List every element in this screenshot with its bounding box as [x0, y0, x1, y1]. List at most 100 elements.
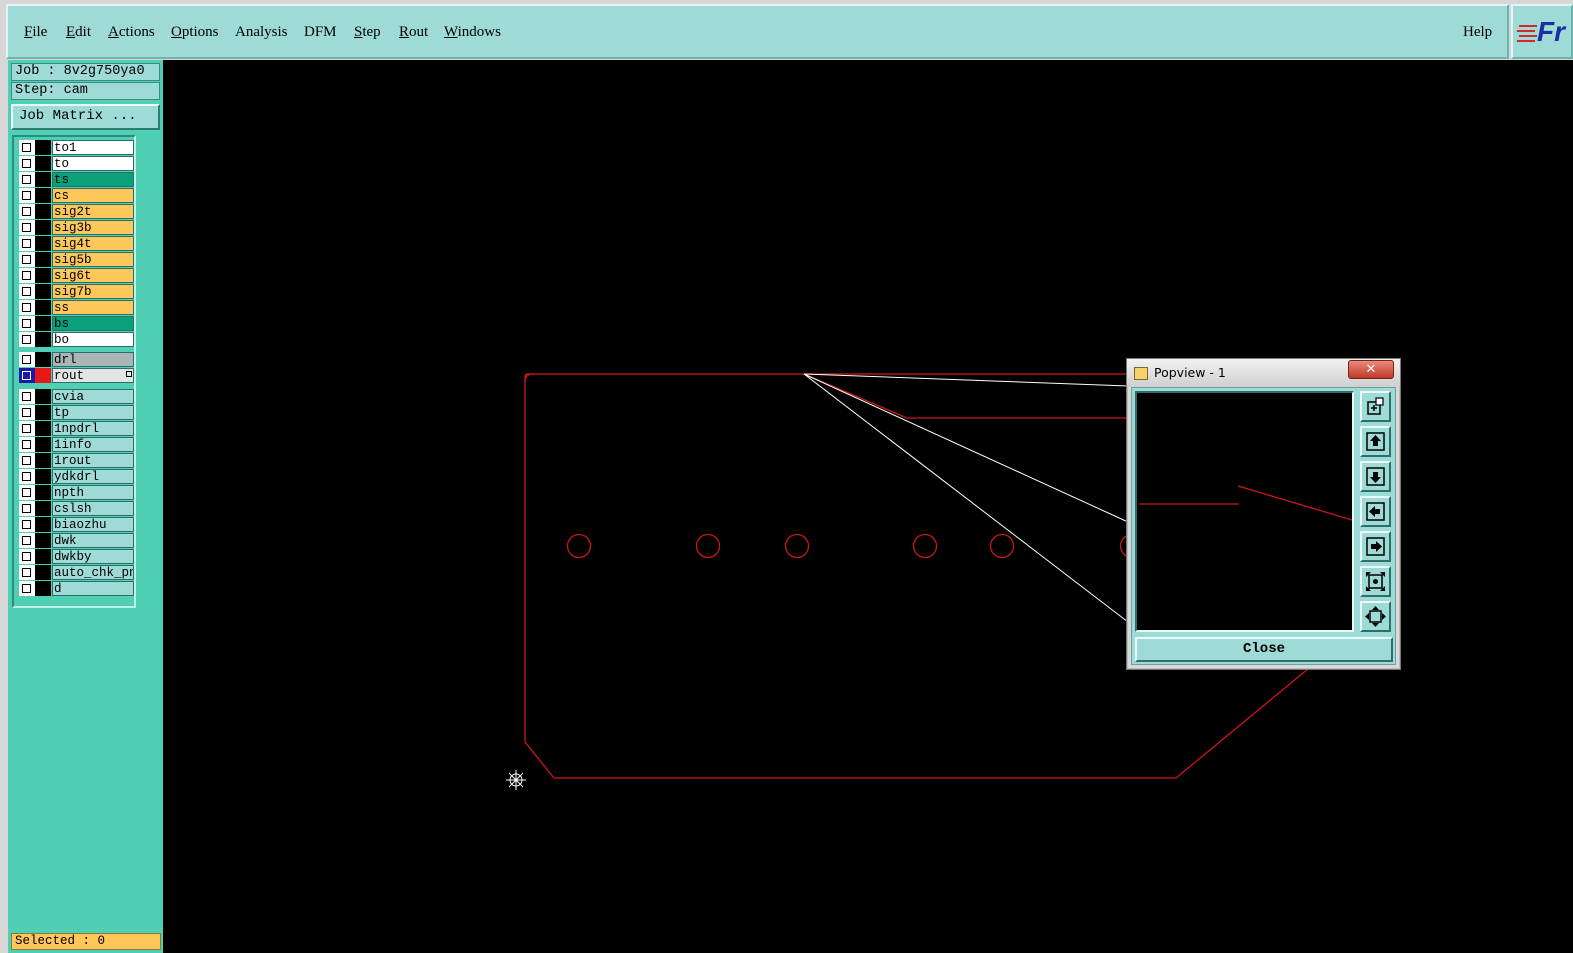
popview-close-button[interactable]: Close — [1135, 637, 1393, 662]
layer-color-swatch[interactable] — [35, 332, 51, 347]
layer-color-swatch[interactable] — [35, 252, 51, 267]
layer-row-bo[interactable]: bo — [19, 332, 134, 347]
layer-label[interactable]: bo — [52, 332, 134, 347]
layer-color-swatch[interactable] — [35, 549, 51, 564]
layer-row-biaozhu[interactable]: biaozhu — [19, 517, 134, 532]
menu-file[interactable]: File — [24, 24, 47, 41]
layer-checkbox[interactable] — [19, 172, 35, 187]
layer-color-swatch[interactable] — [35, 284, 51, 299]
layer-label[interactable]: sig7b — [52, 284, 134, 299]
layer-checkbox[interactable] — [19, 549, 35, 564]
layer-label[interactable]: dwk — [52, 533, 134, 548]
layer-row-sig2t[interactable]: sig2t — [19, 204, 134, 219]
layer-color-swatch[interactable] — [35, 268, 51, 283]
pan-right-button[interactable] — [1360, 531, 1391, 562]
layer-checkbox[interactable] — [19, 300, 35, 315]
layer-color-swatch[interactable] — [35, 389, 51, 404]
layer-label[interactable]: sig5b — [52, 252, 134, 267]
layer-checkbox[interactable] — [19, 581, 35, 596]
layer-checkbox[interactable] — [19, 389, 35, 404]
layer-row-ydkdrl[interactable]: ydkdrl — [19, 469, 134, 484]
layer-color-swatch[interactable] — [35, 453, 51, 468]
layer-checkbox[interactable] — [19, 405, 35, 420]
layer-row-1info[interactable]: 1info — [19, 437, 134, 452]
layer-label[interactable]: to — [52, 156, 134, 171]
layer-color-swatch[interactable] — [35, 421, 51, 436]
layer-label[interactable]: cvia — [52, 389, 134, 404]
layer-label[interactable]: drl — [52, 352, 134, 367]
layer-row-sig4t[interactable]: sig4t — [19, 236, 134, 251]
layer-label[interactable]: biaozhu — [52, 517, 134, 532]
layer-row-ts[interactable]: ts — [19, 172, 134, 187]
layer-row-npth[interactable]: npth — [19, 485, 134, 500]
layer-color-swatch[interactable] — [35, 316, 51, 331]
layer-label[interactable]: dwkby — [52, 549, 134, 564]
menu-analysis[interactable]: Analysis — [235, 24, 288, 41]
layer-label[interactable]: ss — [52, 300, 134, 315]
layer-color-swatch[interactable] — [35, 300, 51, 315]
layer-color-swatch[interactable] — [35, 565, 51, 580]
window-close-button[interactable]: ✕ — [1348, 360, 1394, 379]
layer-label[interactable]: rout — [52, 368, 134, 383]
layer-row-cvia[interactable]: cvia — [19, 389, 134, 404]
menu-step[interactable]: Step — [354, 24, 381, 41]
layer-checkbox[interactable] — [19, 220, 35, 235]
layer-row-drl[interactable]: drl — [19, 352, 134, 367]
layer-color-swatch[interactable] — [35, 517, 51, 532]
layer-row-sig5b[interactable]: sig5b — [19, 252, 134, 267]
layer-row-cslsh[interactable]: cslsh — [19, 501, 134, 516]
layer-row-d[interactable]: d — [19, 581, 134, 596]
layer-row-dwk[interactable]: dwk — [19, 533, 134, 548]
layer-checkbox[interactable] — [19, 533, 35, 548]
layer-color-swatch[interactable] — [35, 437, 51, 452]
layer-row-bs[interactable]: bs — [19, 316, 134, 331]
layer-checkbox[interactable] — [19, 188, 35, 203]
layer-checkbox[interactable] — [19, 565, 35, 580]
layer-row-tp[interactable]: tp — [19, 405, 134, 420]
layer-color-swatch[interactable] — [35, 236, 51, 251]
layer-label[interactable]: 1info — [52, 437, 134, 452]
layer-checkbox[interactable] — [19, 501, 35, 516]
layer-row-cs[interactable]: cs — [19, 188, 134, 203]
layer-label[interactable]: tp — [52, 405, 134, 420]
layer-color-swatch[interactable] — [35, 156, 51, 171]
layer-row-1rout[interactable]: 1rout — [19, 453, 134, 468]
layer-row-1npdrl[interactable]: 1npdrl — [19, 421, 134, 436]
layer-color-swatch[interactable] — [35, 188, 51, 203]
layer-label[interactable]: cs — [52, 188, 134, 203]
layer-label[interactable]: npth — [52, 485, 134, 500]
popview-titlebar[interactable]: Popview - 1 ✕ — [1127, 359, 1400, 387]
layer-checkbox[interactable] — [19, 368, 35, 383]
layer-row-to1[interactable]: to1 — [19, 140, 134, 155]
layer-checkbox[interactable] — [19, 517, 35, 532]
layer-row-auto-chk-pnl[interactable]: auto_chk_pnl — [19, 565, 134, 580]
layer-row-dwkby[interactable]: dwkby — [19, 549, 134, 564]
menu-options[interactable]: Options — [171, 24, 219, 41]
layer-checkbox[interactable] — [19, 284, 35, 299]
zoom-fit-button[interactable] — [1360, 566, 1391, 597]
pan-down-button[interactable] — [1360, 461, 1391, 492]
layer-label[interactable]: 1rout — [52, 453, 134, 468]
menu-actions[interactable]: Actions — [108, 24, 155, 41]
layer-label[interactable]: auto_chk_pnl — [52, 565, 134, 580]
layer-checkbox[interactable] — [19, 352, 35, 367]
layer-checkbox[interactable] — [19, 252, 35, 267]
layer-label[interactable]: d — [52, 581, 134, 596]
layer-row-sig3b[interactable]: sig3b — [19, 220, 134, 235]
layer-color-swatch[interactable] — [35, 581, 51, 596]
layer-checkbox[interactable] — [19, 469, 35, 484]
layer-label[interactable]: sig4t — [52, 236, 134, 251]
layer-checkbox[interactable] — [19, 140, 35, 155]
layer-label[interactable]: sig3b — [52, 220, 134, 235]
layer-row-sig7b[interactable]: sig7b — [19, 284, 134, 299]
layer-checkbox[interactable] — [19, 236, 35, 251]
layer-checkbox[interactable] — [19, 453, 35, 468]
layer-row-rout[interactable]: rout — [19, 368, 134, 383]
layer-color-swatch[interactable] — [35, 501, 51, 516]
layer-checkbox[interactable] — [19, 316, 35, 331]
popview-viewport[interactable] — [1135, 391, 1354, 632]
layer-checkbox[interactable] — [19, 268, 35, 283]
layer-label[interactable]: ts — [52, 172, 134, 187]
layer-color-swatch[interactable] — [35, 368, 51, 383]
menu-rout[interactable]: Rout — [399, 24, 428, 41]
